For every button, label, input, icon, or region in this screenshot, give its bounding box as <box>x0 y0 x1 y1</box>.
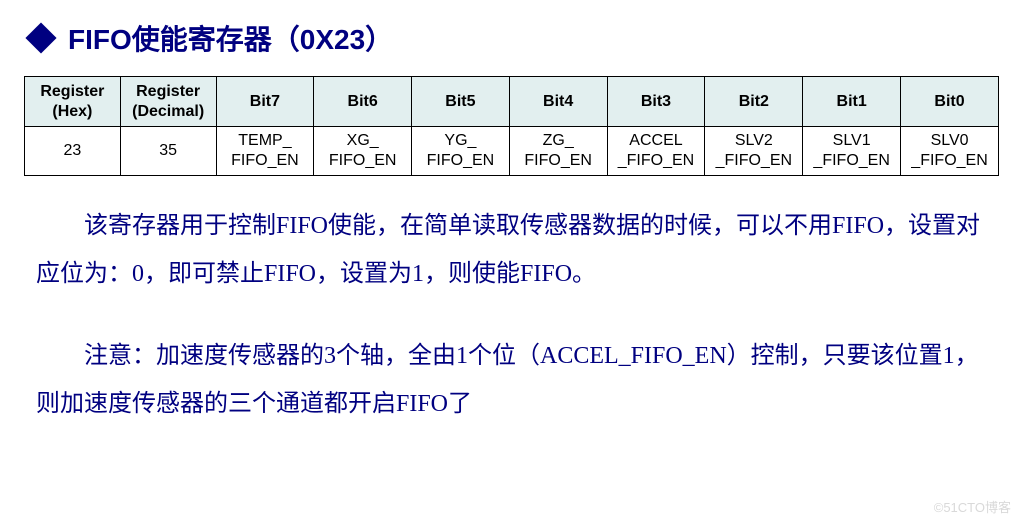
description-paragraph: 该寄存器用于控制FIFO使能，在简单读取传感器数据的时候，可以不用FIFO，设置… <box>36 202 987 298</box>
col-header-dec: Register (Decimal) <box>120 77 216 127</box>
cell-hex: 23 <box>25 127 121 176</box>
watermark-text: ©51CTO博客 <box>934 497 1011 516</box>
cell-bit4: ZG_ FIFO_EN <box>509 127 607 176</box>
col-header-bit6: Bit6 <box>314 77 412 127</box>
note-paragraph: 注意：加速度传感器的3个轴，全由1个位（ACCEL_FIFO_EN）控制，只要该… <box>36 332 987 428</box>
col-header-bit5: Bit5 <box>412 77 510 127</box>
table-header-row: Register (Hex) Register (Decimal) Bit7 B… <box>25 77 999 127</box>
heading-title: FIFO使能寄存器（0X23） <box>68 18 393 58</box>
cell-bit3: ACCEL _FIFO_EN <box>607 127 705 176</box>
col-header-bit4: Bit4 <box>509 77 607 127</box>
register-table: Register (Hex) Register (Decimal) Bit7 B… <box>24 76 999 176</box>
col-header-bit0: Bit0 <box>901 77 999 127</box>
cell-bit1: SLV1 _FIFO_EN <box>803 127 901 176</box>
col-header-bit1: Bit1 <box>803 77 901 127</box>
cell-bit5: YG_ FIFO_EN <box>412 127 510 176</box>
cell-dec: 35 <box>120 127 216 176</box>
cell-bit0: SLV0 _FIFO_EN <box>901 127 999 176</box>
cell-bit7: TEMP_ FIFO_EN <box>216 127 314 176</box>
cell-bit2: SLV2 _FIFO_EN <box>705 127 803 176</box>
col-header-bit3: Bit3 <box>607 77 705 127</box>
col-header-bit7: Bit7 <box>216 77 314 127</box>
bullet-diamond-icon <box>25 22 56 53</box>
table-row: 23 35 TEMP_ FIFO_EN XG_ FIFO_EN YG_ FIFO… <box>25 127 999 176</box>
section-heading: FIFO使能寄存器（0X23） <box>24 18 999 58</box>
col-header-hex: Register (Hex) <box>25 77 121 127</box>
col-header-bit2: Bit2 <box>705 77 803 127</box>
cell-bit6: XG_ FIFO_EN <box>314 127 412 176</box>
